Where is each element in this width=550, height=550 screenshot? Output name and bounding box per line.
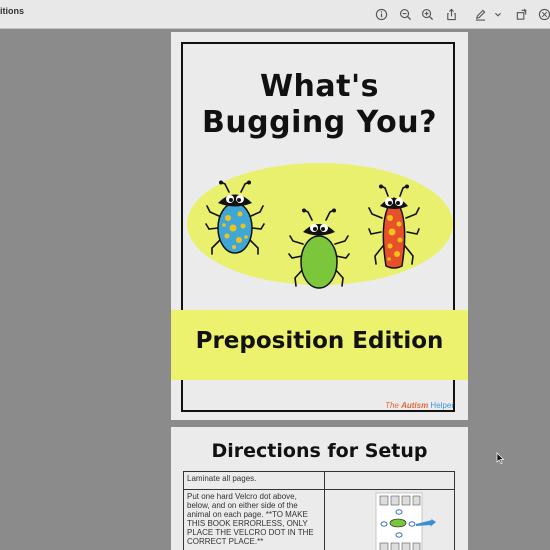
- info-icon[interactable]: [373, 6, 389, 22]
- directions-heading: Directions for Setup: [211, 440, 428, 462]
- blue-bug-illustration: [205, 180, 265, 255]
- table-cell: Put one hard Velcro dot above, below, an…: [183, 489, 325, 550]
- table-row: Laminate all pages.: [183, 471, 455, 490]
- illustration-cell: [324, 489, 455, 550]
- markup-icon[interactable]: [472, 6, 488, 22]
- window-title: itions: [0, 6, 24, 16]
- green-bug-illustration: [288, 208, 350, 289]
- zoom-in-icon[interactable]: [419, 6, 435, 22]
- chevron-down-icon[interactable]: [492, 6, 504, 22]
- velcro-diagram-illustration: [375, 492, 436, 550]
- red-bug-illustration: [368, 184, 420, 269]
- rotate-icon[interactable]: [513, 6, 529, 22]
- search-icon[interactable]: [536, 6, 550, 22]
- page-2-directions: Directions for Setup Laminate all pages.…: [171, 427, 468, 550]
- page-1-cover: What's Bugging You? Preposition Edition …: [171, 32, 468, 420]
- toolbar: itions: [0, 0, 550, 29]
- table-cell: Laminate all pages.: [183, 471, 325, 490]
- table-cell-empty: [324, 471, 455, 490]
- zoom-out-icon[interactable]: [397, 6, 413, 22]
- brand-logo: The Autism Helper: [385, 401, 454, 410]
- cover-title-line-2: Bugging You?: [201, 105, 438, 140]
- cover-title-line-1: What's: [259, 69, 380, 104]
- cover-title: What's Bugging You?: [171, 69, 468, 141]
- share-icon[interactable]: [443, 6, 459, 22]
- brand-part-1: The: [385, 401, 402, 410]
- brand-part-2: Autism: [401, 401, 429, 410]
- mouse-cursor-icon: [496, 452, 504, 464]
- brand-part-3: Helper: [428, 401, 454, 410]
- table-row: Put one hard Velcro dot above, below, an…: [183, 489, 455, 550]
- setup-table: Laminate all pages. Put one hard Velcro …: [183, 471, 455, 550]
- edition-title: Preposition Edition: [195, 328, 444, 354]
